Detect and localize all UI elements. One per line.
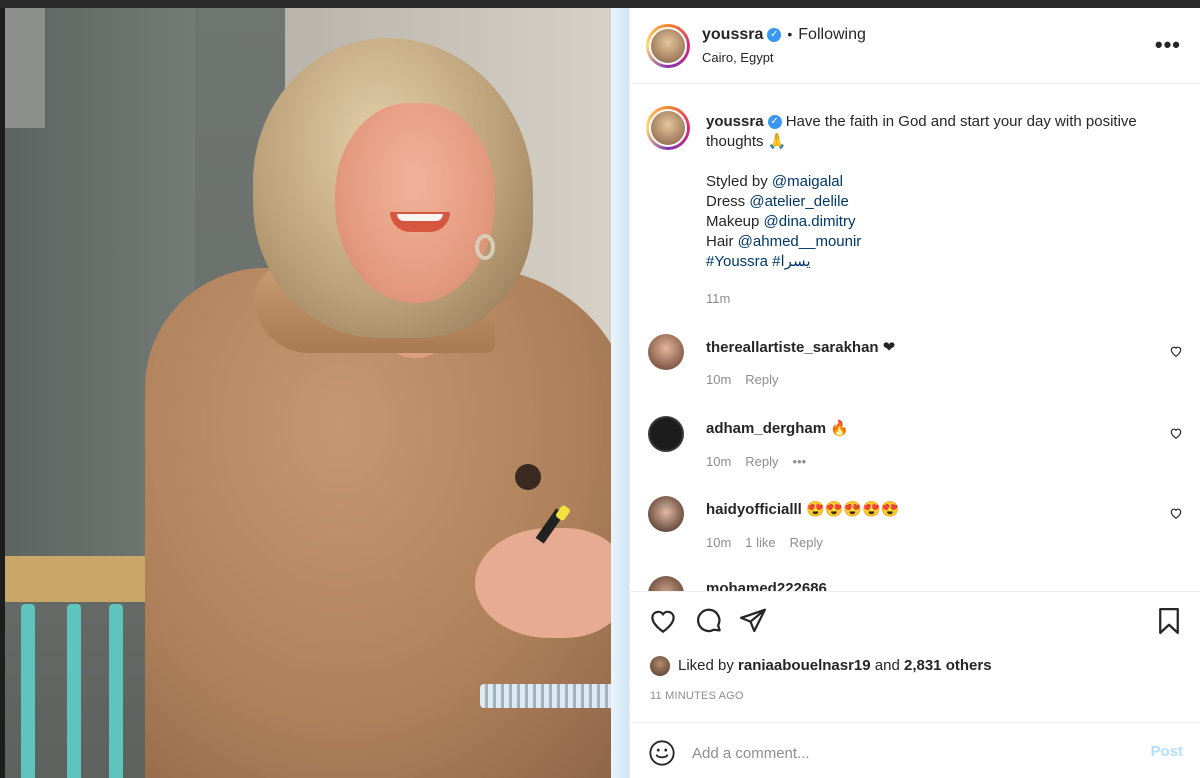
following-button[interactable]: Following: [798, 26, 866, 43]
photo-teeth: [397, 214, 443, 221]
caption-time[interactable]: 11m: [706, 291, 730, 306]
caption-credit-line: Dress @atelier_delile: [706, 192, 1176, 212]
photo-chair-bar: [67, 604, 81, 778]
comment-username[interactable]: thereallartiste_sarakhan: [706, 339, 879, 356]
comment-likes[interactable]: 1 like: [745, 535, 775, 550]
reply-button[interactable]: Reply: [745, 454, 778, 469]
reply-button[interactable]: Reply: [745, 372, 778, 387]
comment-line: haidyofficialll 😍😍😍😍😍: [706, 500, 899, 518]
photo-notebook: [480, 684, 629, 708]
mention-link[interactable]: @maigalal: [772, 173, 843, 190]
photo-hand: [475, 528, 625, 638]
mention-link[interactable]: @atelier_delile: [749, 193, 848, 210]
photo-face: [335, 103, 495, 303]
bookmark-icon[interactable]: [1154, 606, 1184, 636]
comment-more-icon[interactable]: •••: [793, 454, 807, 469]
post-timestamp[interactable]: 11 MINUTES AGO: [650, 690, 744, 702]
likes-summary: Liked by raniaabouelnasr19 and 2,831 oth…: [650, 656, 992, 676]
post-comment-button[interactable]: Post: [1150, 743, 1183, 760]
comment-avatar[interactable]: [648, 334, 684, 370]
caption-username[interactable]: youssra: [706, 113, 764, 130]
photo-window: [611, 8, 629, 778]
comment-line: adham_dergham 🔥: [706, 419, 849, 437]
verified-badge-icon: ✓: [767, 27, 782, 42]
photo-chair-bar: [109, 604, 123, 778]
header-user-row: youssra ✓ • Following: [702, 26, 866, 44]
photo-earring: [475, 234, 495, 260]
share-icon[interactable]: [738, 606, 768, 636]
mention-link[interactable]: @ahmed__mounir: [738, 233, 862, 250]
author-username[interactable]: youssra: [702, 26, 763, 43]
add-comment-input[interactable]: [692, 739, 1112, 767]
comment-username[interactable]: haidyofficialll: [706, 501, 802, 518]
credit-prefix: Makeup: [706, 213, 764, 230]
add-comment-bar: Post: [630, 722, 1200, 778]
post-header: youssra ✓ • Following Cairo, Egypt •••: [630, 8, 1200, 84]
comment-meta: 10m Reply: [706, 372, 793, 387]
liker-username[interactable]: raniaabouelnasr19: [738, 657, 871, 674]
header-separator: •: [787, 26, 793, 42]
comment-avatar[interactable]: [648, 416, 684, 452]
comment-meta: 10m 1 like Reply: [706, 535, 837, 550]
comment-meta: 10m Reply •••: [706, 454, 820, 469]
comment-text: ❤: [882, 339, 896, 356]
more-options-icon[interactable]: •••: [1155, 32, 1181, 58]
comment-avatar[interactable]: [648, 496, 684, 532]
author-avatar-image: [649, 27, 687, 65]
post-actions: Liked by raniaabouelnasr19 and 2,831 oth…: [630, 592, 1200, 722]
photo-frame: [5, 8, 45, 128]
comment-time[interactable]: 10m: [706, 535, 731, 550]
liker-avatar[interactable]: [650, 656, 670, 676]
comment-like-heart-icon[interactable]: [1169, 506, 1183, 520]
caption-avatar[interactable]: [646, 106, 690, 150]
caption: youssra ✓ Have the faith in God and start…: [706, 112, 1176, 272]
likes-prefix: Liked by: [678, 656, 739, 674]
photo-coat-button: [515, 464, 541, 490]
likes-middle: and: [870, 656, 904, 674]
comment-username[interactable]: adham_dergham: [706, 420, 826, 437]
caption-avatar-image: [649, 109, 687, 147]
caption-credit-line: Styled by @maigalal: [706, 172, 1176, 192]
comment-time[interactable]: 10m: [706, 372, 731, 387]
caption-credit-line: Makeup @dina.dimitry: [706, 212, 1176, 232]
comment-line: thereallartiste_sarakhan ❤: [706, 338, 895, 356]
comment-time[interactable]: 10m: [706, 454, 731, 469]
comment-avatar[interactable]: [648, 576, 684, 591]
comment-text: 🔥: [830, 420, 849, 437]
likes-count[interactable]: 2,831 others: [904, 657, 992, 674]
verified-badge-icon: ✓: [767, 115, 782, 130]
caption-credit-line: Hair @ahmed__mounir: [706, 232, 1176, 252]
comment-icon[interactable]: [694, 606, 724, 636]
credit-prefix: Styled by: [706, 173, 772, 190]
photo-chair-bar: [21, 604, 35, 778]
photo-chair-rail: [5, 556, 165, 602]
post-side-panel: youssra ✓ • Following Cairo, Egypt ••• yous…: [629, 8, 1200, 778]
post-photo[interactable]: [5, 8, 629, 778]
emoji-icon[interactable]: [648, 739, 676, 767]
hashtag-links[interactable]: #Youssra #يسرا: [706, 252, 1176, 272]
comment-username[interactable]: mohamed222686: [706, 580, 827, 591]
credit-prefix: Hair: [706, 233, 738, 250]
credit-prefix: Dress: [706, 193, 750, 210]
comment-text: 😍😍😍😍😍: [806, 501, 900, 518]
comment-like-heart-icon[interactable]: [1169, 344, 1183, 358]
author-avatar[interactable]: [646, 24, 690, 68]
comments-list[interactable]: youssra ✓ Have the faith in God and start…: [630, 84, 1200, 592]
reply-button[interactable]: Reply: [790, 535, 823, 550]
heart-icon[interactable]: [648, 606, 678, 636]
mention-link[interactable]: @dina.dimitry: [764, 213, 856, 230]
post-location[interactable]: Cairo, Egypt: [702, 50, 774, 65]
window-top-strip: [0, 0, 1200, 8]
comment-like-heart-icon[interactable]: [1169, 426, 1183, 440]
